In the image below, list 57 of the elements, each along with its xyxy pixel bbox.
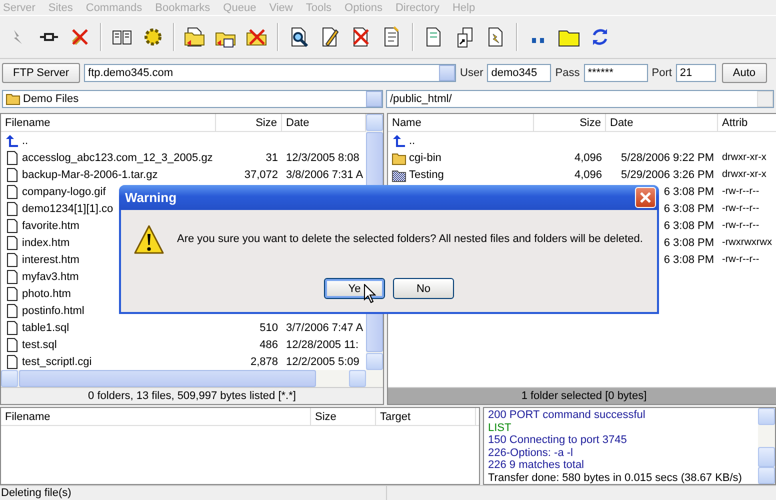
log-line: 200 PORT command successful [488,409,646,422]
file-date: 12/2/2005 5:09 [286,356,360,368]
log-line: 226 9 matches total [488,459,586,472]
file-date: 3/8/2006 7:31 A [286,168,364,180]
file-name: postinfo.html [22,304,84,316]
file-name: backup-Mar-8-2006-1.tar.gz [22,168,158,180]
file-size: 31 [266,152,278,164]
file-name: test.sql [22,338,57,350]
file-attributes: -rw-r--r-- [722,203,760,214]
remote-status-text: 1 folder selected [0 bytes] [388,387,776,404]
file-name: .. [409,134,416,146]
log-line: Transfer done: 580 bytes in 0.015 secs (38.67 KB/s) [488,472,743,484]
dialog-message: Are you sure you want to delete the selected folders? All nested files and folders will be deleted. [177,233,643,245]
file-name: Testing [409,168,444,180]
file-size: 4,096 [574,168,602,180]
file-name: table1.sql [22,322,70,334]
file-name: photo.htm [22,288,71,300]
file-date: 5/29/2006 3:26 PM [621,168,714,180]
file-name: demo1234[1][1].co [22,202,114,214]
file-name: .. [22,134,28,146]
file-name: cgi-bin [409,152,442,164]
file-name: test_scriptl.cgi [22,356,92,368]
file-attributes: drwxr-xr-x [722,152,766,163]
file-date: 12/3/2005 8:08 [286,152,360,164]
file-date: 6 3:08 PM [664,186,714,198]
file-size: 486 [260,338,278,350]
log-line: 226-Options: -a -l [488,446,574,459]
file-attributes: -rw-r--r-- [722,254,760,265]
file-size: 2,878 [250,356,278,368]
log-line: 150 Connecting to port 3745 [488,434,628,446]
file-date: 5/28/2006 9:22 PM [621,152,714,164]
pass-label: Pass [555,67,580,79]
file-name: favorite.htm [22,220,80,232]
dialog-title: Warning [125,190,177,205]
file-size: 37,072 [244,168,278,180]
user-label: User [460,67,484,79]
file-date: 6 3:08 PM [664,254,714,266]
file-date: 3/7/2006 7:47 A [286,322,364,334]
file-size: 510 [260,322,278,334]
file-attributes: -rw-r--r-- [722,220,760,231]
status-text: Deleting file(s) [1,487,72,499]
file-attributes: -rwxrwxrwx [722,237,772,248]
file-size: 4,096 [574,152,602,164]
file-date: 6 3:08 PM [664,202,714,214]
file-date: 12/28/2005 11: [286,338,359,350]
file-name: accesslog_abc123.com_12_3_2005.gz [22,152,213,164]
file-name: company-logo.gif [22,186,106,198]
log-line: LIST [488,422,512,434]
file-date: 6 3:08 PM [664,236,714,248]
port-label: Port [652,67,672,79]
file-attributes: -rw-r--r-- [722,186,760,197]
file-name: myfav3.htm [22,270,79,282]
file-date: 6 3:08 PM [664,220,714,232]
file-name: index.htm [22,236,70,248]
file-attributes: drwxr-xr-x [722,169,766,180]
file-name: interest.htm [22,254,80,266]
local-status-text: 0 folders, 13 files, 509,997 bytes listed [*.*] [1,387,383,404]
